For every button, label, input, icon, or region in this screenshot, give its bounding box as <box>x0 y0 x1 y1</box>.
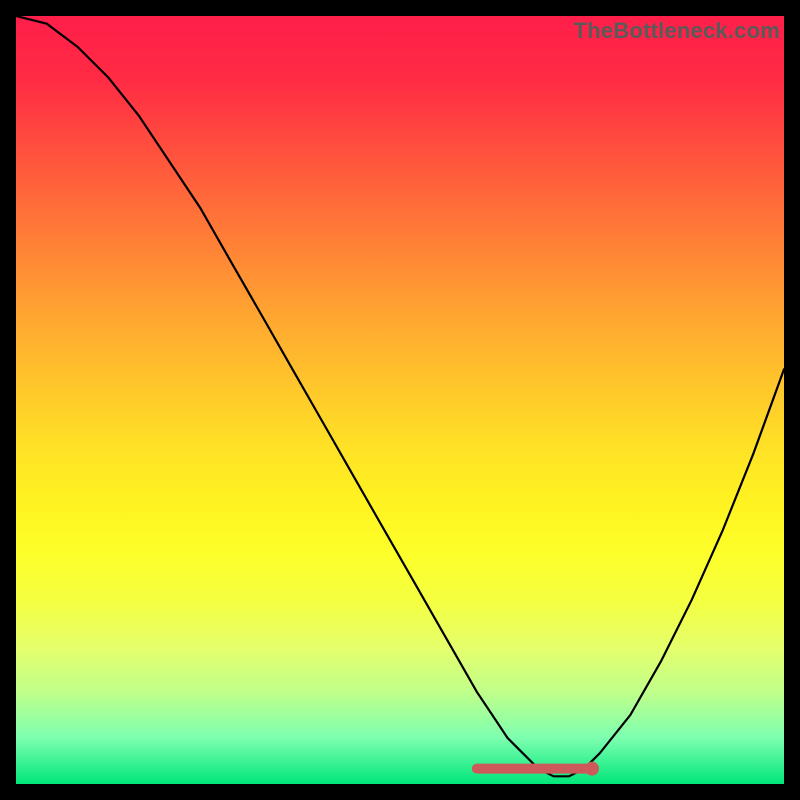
chart-frame: TheBottleneck.com <box>16 16 784 784</box>
bottleneck-curve <box>16 16 784 776</box>
curve-layer <box>16 16 784 784</box>
optimum-point-marker <box>585 762 599 776</box>
